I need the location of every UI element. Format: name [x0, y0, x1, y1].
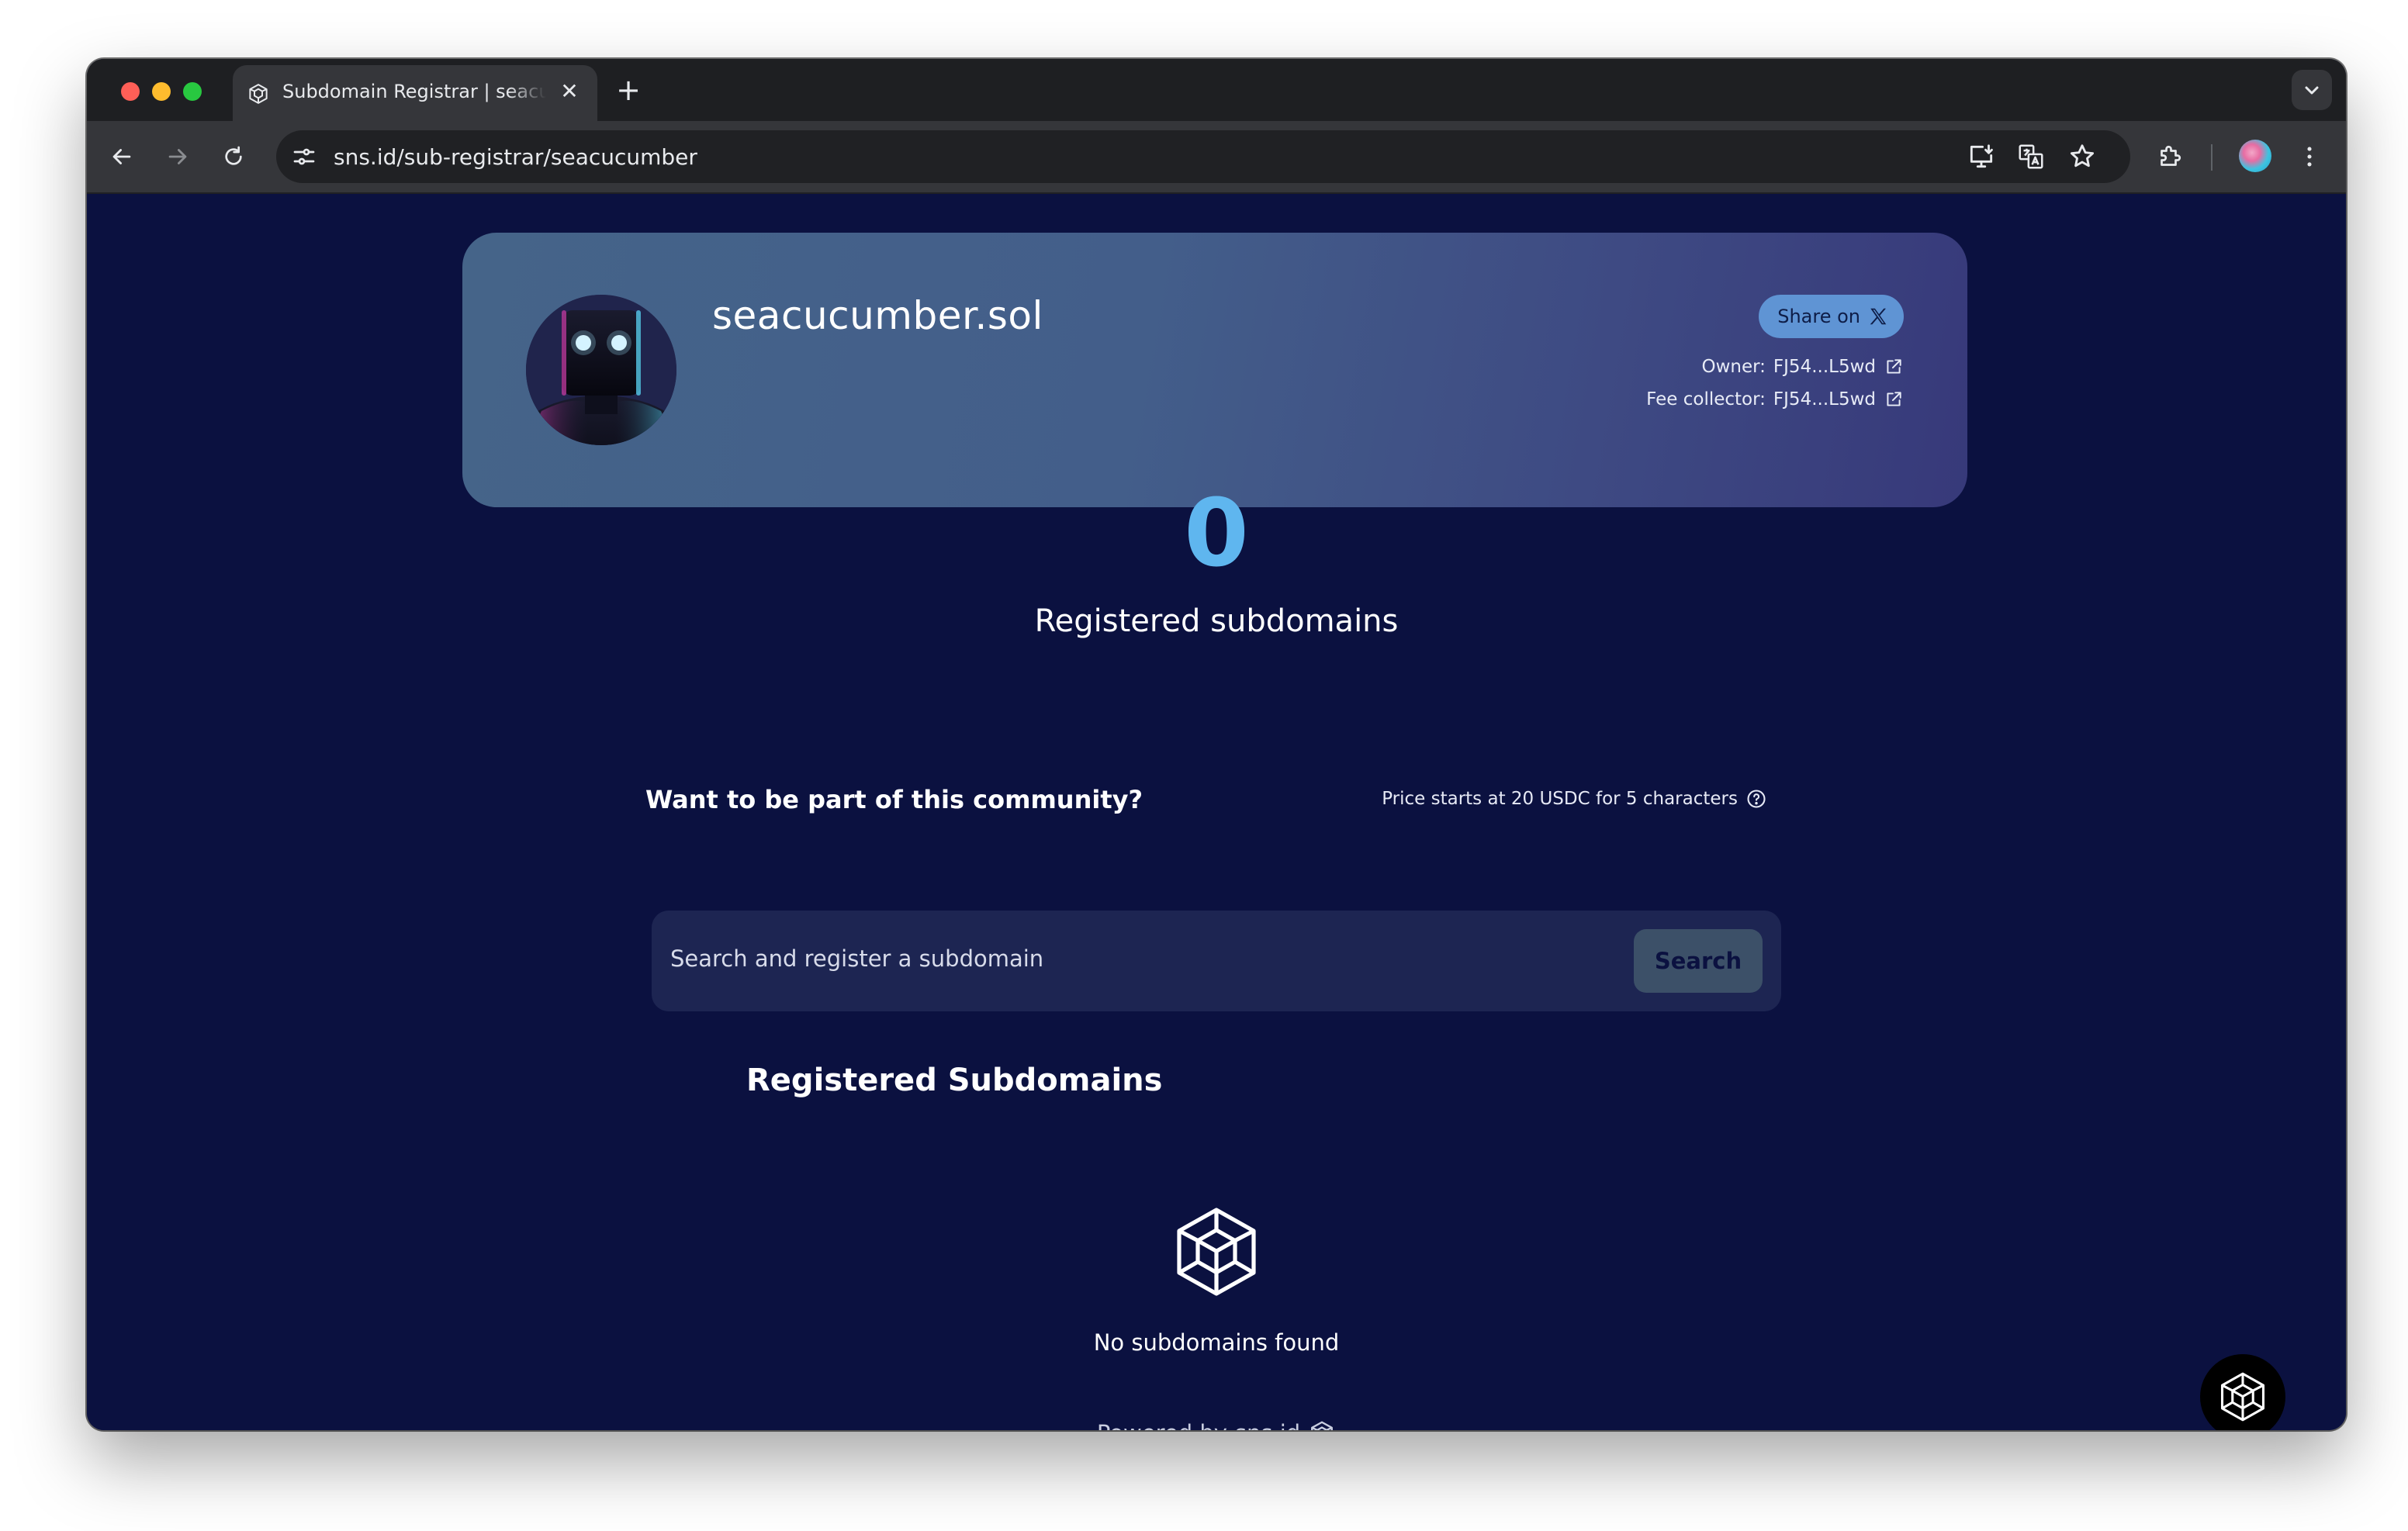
new-tab-button[interactable]: +	[611, 73, 645, 107]
bookmark-star-icon	[2070, 144, 2095, 168]
registered-count: 0	[1184, 480, 1249, 588]
empty-state-text: No subdomains found	[1093, 1329, 1340, 1356]
sns-cube-icon	[1311, 1421, 1334, 1430]
robot-avatar-image	[526, 295, 676, 445]
forward-button[interactable]	[160, 139, 195, 175]
translate-icon	[2019, 144, 2043, 169]
back-button[interactable]	[104, 139, 140, 175]
fee-collector-line: Fee collector: FJ54...L5wd	[1646, 389, 1904, 410]
powered-by-label: Powered by	[1097, 1420, 1227, 1430]
extensions-icon	[2161, 145, 2181, 166]
browser-tab-active[interactable]: Subdomain Registrar | seacucumber ✕	[233, 65, 597, 121]
cube-icon	[249, 84, 268, 104]
more-menu-button[interactable]	[2292, 139, 2327, 175]
external-link-icon[interactable]	[1884, 357, 1904, 377]
browser-window: Subdomain Registrar | seacucumber ✕ + sn…	[87, 59, 2346, 1430]
sns-widget-button[interactable]	[2200, 1354, 2285, 1430]
translate-button[interactable]	[2014, 140, 2048, 174]
owner-address-link[interactable]: FJ54...L5wd	[1773, 357, 1876, 377]
subdomain-search-box[interactable]: Search and register a subdomain Search	[652, 911, 1781, 1011]
price-text: Price starts at 20 USDC for 5 characters	[1382, 789, 1738, 809]
fee-collector-label: Fee collector:	[1646, 389, 1766, 410]
price-info: Price starts at 20 USDC for 5 characters	[1382, 788, 1767, 810]
domain-avatar	[526, 295, 676, 445]
powered-by-footer: Powered by sns.id	[87, 1419, 2346, 1430]
reload-button[interactable]	[216, 139, 251, 175]
share-label: Share on	[1777, 306, 1860, 327]
url-text: sns.id/sub-registrar/seacucumber	[334, 144, 697, 170]
domain-header-card: seacucumber.sol Share on Owner: FJ54...L…	[462, 233, 1967, 507]
registered-count-label: Registered subdomains	[1034, 603, 1399, 639]
tab-title: Subdomain Registrar | seacucumber	[282, 81, 546, 102]
owner-line: Owner: FJ54...L5wd	[1701, 357, 1904, 377]
close-window-button[interactable]	[121, 82, 140, 101]
tab-search-button[interactable]	[2292, 70, 2332, 110]
chevron-down-icon	[2305, 86, 2319, 95]
domain-name: seacucumber.sol	[712, 293, 1043, 338]
page-content: seacucumber.sol Share on Owner: FJ54...L…	[87, 194, 2346, 1430]
toolbar-divider	[2211, 144, 2213, 171]
cube-icon	[1177, 1208, 1256, 1296]
search-input[interactable]: Search and register a subdomain	[670, 945, 1043, 972]
site-info-icon[interactable]	[290, 143, 318, 171]
more-vertical-icon	[2307, 147, 2312, 167]
cube-icon	[2220, 1372, 2265, 1422]
profile-avatar[interactable]	[2239, 140, 2271, 172]
minimize-window-button[interactable]	[152, 82, 171, 101]
search-button[interactable]: Search	[1634, 929, 1763, 993]
install-app-button[interactable]	[1964, 140, 1998, 174]
extensions-button[interactable]	[2152, 139, 2188, 175]
forward-arrow-icon	[168, 149, 187, 164]
help-circle-icon[interactable]	[1745, 788, 1767, 810]
sns-id-link[interactable]: sns.id	[1235, 1420, 1300, 1430]
fee-collector-address-link[interactable]: FJ54...L5wd	[1773, 389, 1876, 410]
external-link-icon[interactable]	[1884, 389, 1904, 410]
tab-close-icon[interactable]: ✕	[557, 79, 582, 104]
address-bar[interactable]: sns.id/sub-registrar/seacucumber	[276, 130, 2130, 183]
share-on-x-button[interactable]: Share on	[1759, 295, 1904, 338]
tab-bar: Subdomain Registrar | seacucumber ✕ +	[87, 59, 2346, 121]
community-heading: Want to be part of this community?	[645, 785, 1143, 814]
install-app-icon	[1970, 144, 1993, 168]
zoom-window-button[interactable]	[183, 82, 202, 101]
owner-label: Owner:	[1701, 357, 1766, 377]
back-arrow-icon	[112, 149, 131, 164]
x-logo-icon	[1870, 308, 1887, 325]
reload-icon	[225, 146, 242, 165]
browser-toolbar: sns.id/sub-registrar/seacucumber	[87, 121, 2346, 194]
bookmark-button[interactable]	[2065, 140, 2099, 174]
registered-subdomains-heading: Registered Subdomains	[746, 1063, 1163, 1098]
